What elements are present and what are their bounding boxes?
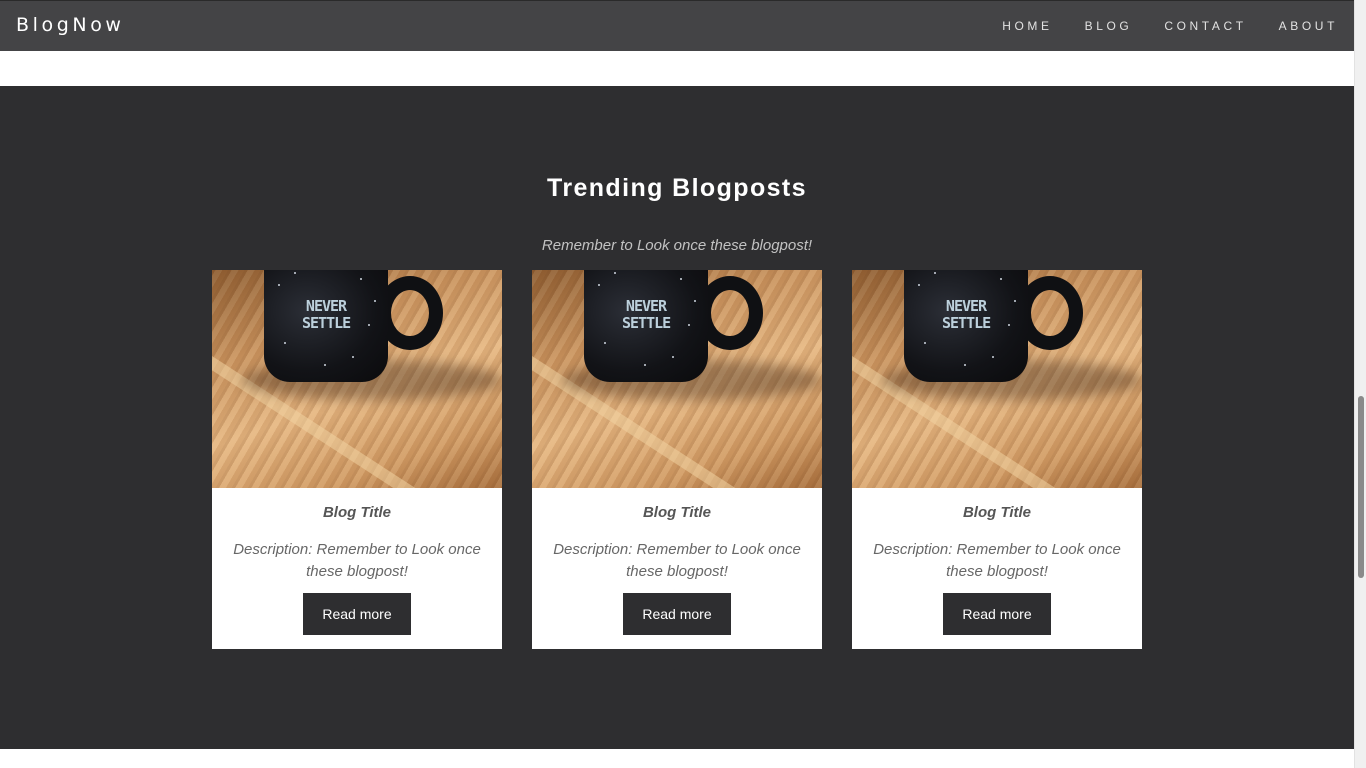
page: BlogNow HOME BLOG CONTACT ABOUT Trending…: [0, 0, 1366, 768]
blog-card-title: Blog Title: [962, 504, 1032, 521]
blog-card-description: Description: Remember to Look once these…: [873, 541, 1121, 580]
blog-card-image[interactable]: NEVER SETTLE: [212, 270, 502, 488]
read-more-button[interactable]: Read more: [943, 593, 1051, 635]
section-subtitle: Remember to Look once these blogpost!: [541, 237, 813, 254]
nav-link-contact[interactable]: CONTACT: [1164, 19, 1246, 33]
blog-card: NEVER SETTLE Blog Title Description: Rem…: [532, 270, 822, 649]
section-title: Trending Blogposts: [547, 174, 807, 202]
read-more-button[interactable]: Read more: [623, 593, 731, 635]
mug-image: NEVER SETTLE: [584, 270, 708, 382]
blog-card-description: Description: Remember to Look once these…: [553, 541, 801, 580]
nav-links: HOME BLOG CONTACT ABOUT: [1002, 19, 1338, 33]
next-section-edge: [0, 749, 1354, 768]
nav-link-about[interactable]: ABOUT: [1279, 19, 1338, 33]
brand-logo[interactable]: BlogNow: [16, 14, 125, 36]
read-more-button[interactable]: Read more: [303, 593, 411, 635]
page-scrollbar[interactable]: [1354, 0, 1366, 768]
blog-card-image[interactable]: NEVER SETTLE: [532, 270, 822, 488]
blog-card-image[interactable]: NEVER SETTLE: [852, 270, 1142, 488]
blog-card: NEVER SETTLE Blog Title Description: Rem…: [852, 270, 1142, 649]
nav-link-blog[interactable]: BLOG: [1085, 19, 1133, 33]
blog-card-description: Description: Remember to Look once these…: [233, 541, 481, 580]
mug-text: NEVER SETTLE: [302, 297, 351, 332]
nav-link-home[interactable]: HOME: [1002, 19, 1052, 33]
trending-section: Trending Blogposts Remember to Look once…: [0, 86, 1354, 749]
scrollbar-thumb[interactable]: [1358, 396, 1364, 578]
mug-image: NEVER SETTLE: [904, 270, 1028, 382]
blog-card: NEVER SETTLE Blog Title Description: Rem…: [212, 270, 502, 649]
mug-text: NEVER SETTLE: [942, 297, 991, 332]
navbar: BlogNow HOME BLOG CONTACT ABOUT: [0, 0, 1354, 51]
blog-card-title: Blog Title: [322, 504, 392, 521]
mug-text: NEVER SETTLE: [622, 297, 671, 332]
blog-card-title: Blog Title: [642, 504, 712, 521]
mug-image: NEVER SETTLE: [264, 270, 388, 382]
